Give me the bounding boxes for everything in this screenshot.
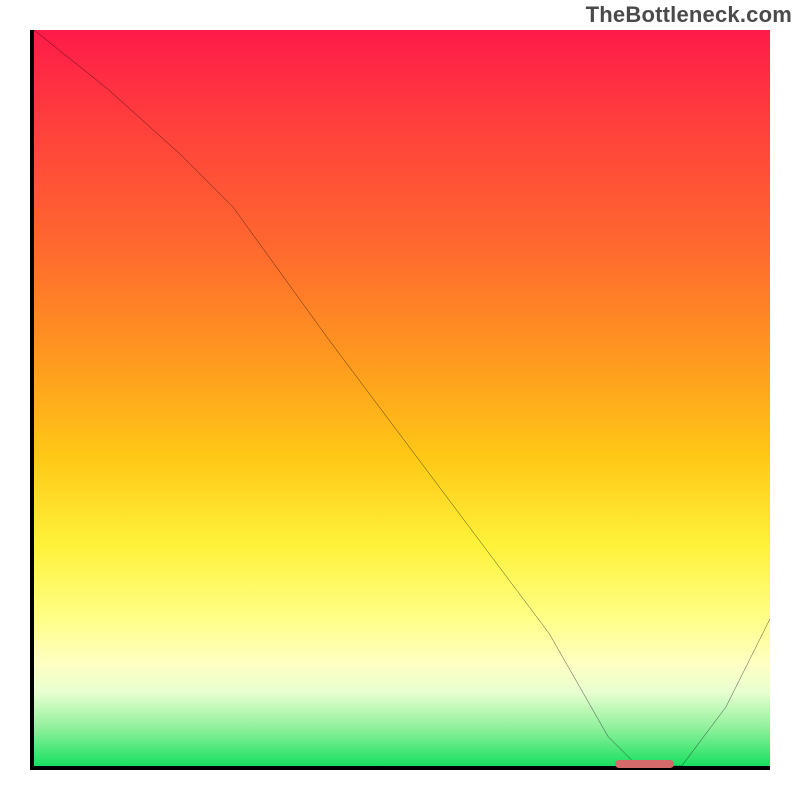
optimum-band-marker	[615, 760, 674, 768]
plot-area	[30, 30, 770, 770]
bottleneck-curve	[34, 30, 770, 766]
chart-container: TheBottleneck.com	[0, 0, 800, 800]
watermark-text: TheBottleneck.com	[586, 2, 792, 28]
